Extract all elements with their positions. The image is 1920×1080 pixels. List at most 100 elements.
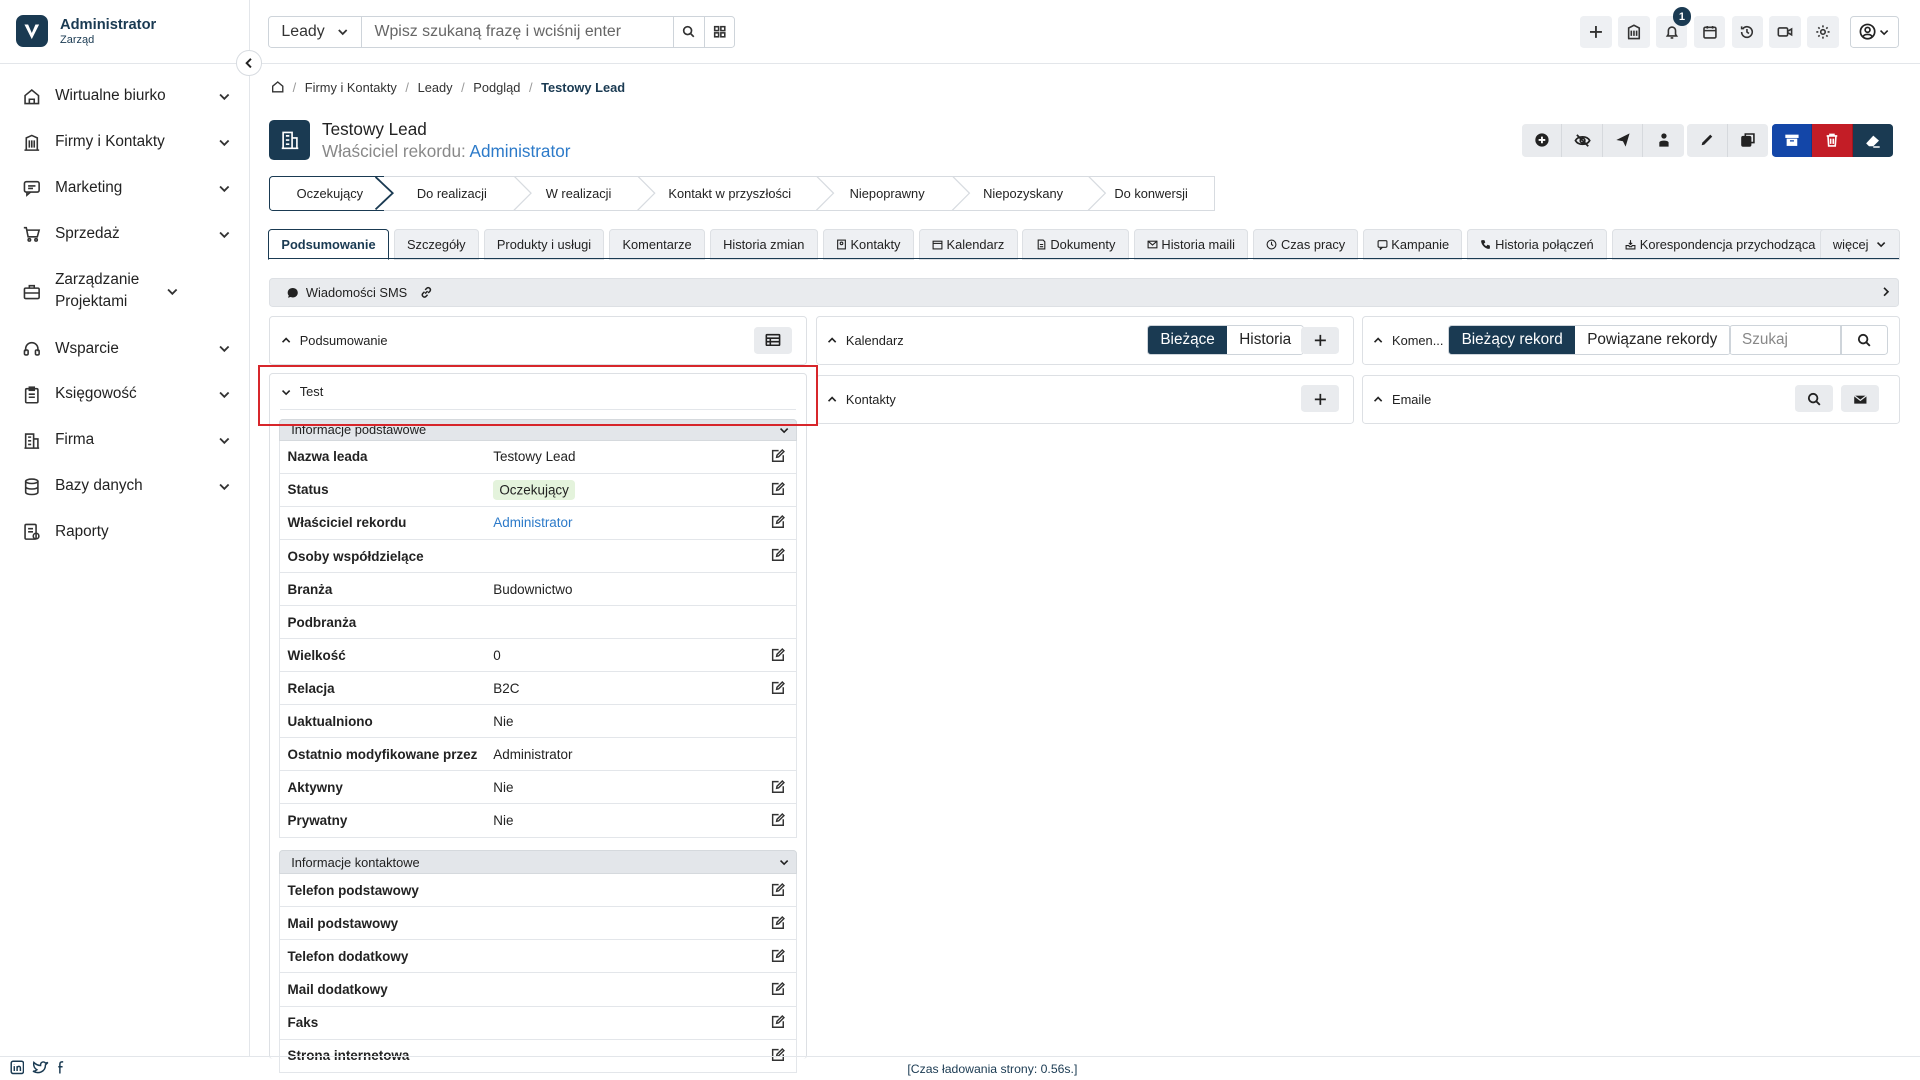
link-icon[interactable]: [419, 285, 434, 300]
home-icon[interactable]: [271, 80, 284, 93]
sidebar-item-firmy-i-kontakty[interactable]: Firmy i Kontakty: [0, 119, 249, 165]
edit-field-icon[interactable]: [770, 1014, 787, 1031]
tab-korespondencja-przychodzaca[interactable]: Korespondencja przychodząca: [1611, 228, 1829, 260]
tab-podsumowanie[interactable]: Podsumowanie: [268, 228, 389, 260]
chevron-right-icon[interactable]: [1879, 285, 1892, 298]
contacts-add-button[interactable]: [1301, 385, 1340, 413]
tab-kampanie[interactable]: Kampanie: [1363, 228, 1463, 260]
edit-field-icon[interactable]: [770, 547, 787, 564]
search-input[interactable]: [362, 16, 674, 47]
comments-related-button[interactable]: Powiązane rekordy: [1574, 326, 1730, 354]
tab-kontakty[interactable]: Kontakty: [822, 228, 914, 260]
add-button[interactable]: [1522, 123, 1563, 157]
emails-compose-button[interactable]: [1841, 385, 1880, 413]
tab-historia-maili[interactable]: Historia maili: [1133, 228, 1249, 260]
chevron-up-icon: [280, 334, 292, 346]
emails-search-button[interactable]: [1794, 385, 1833, 413]
quick-create-button[interactable]: [1579, 15, 1612, 48]
duplicate-button[interactable]: [1727, 123, 1769, 157]
search-icon: [1807, 392, 1822, 407]
sidebar-item-wirtualne-biurko[interactable]: Wirtualne biurko: [0, 73, 249, 119]
field-label: Podbranża: [287, 614, 357, 630]
sidebar-item-bazy-danych[interactable]: Bazy danych: [0, 463, 249, 509]
tab-historia-polaczen[interactable]: Historia połączeń: [1467, 228, 1607, 260]
tab-komentarze[interactable]: Komentarze: [609, 228, 705, 260]
facebook-icon[interactable]: [54, 1060, 69, 1075]
sidebar-item-wsparcie[interactable]: Wsparcie: [0, 326, 249, 372]
edit-field-icon[interactable]: [770, 882, 787, 899]
comments-search-button[interactable]: [1841, 325, 1888, 355]
tab-szczegoly[interactable]: Szczegóły: [393, 228, 479, 260]
emails-panel-header[interactable]: Emaile: [1372, 392, 1431, 407]
calendar-add-button[interactable]: [1301, 326, 1340, 354]
unwatch-button[interactable]: [1562, 123, 1603, 157]
sidebar-item-ksiegowosc[interactable]: Księgowość: [0, 372, 249, 418]
tab-kalendarz[interactable]: Kalendarz: [918, 228, 1018, 260]
summary-panel: Podsumowanie: [269, 315, 807, 365]
tab-produkty-i-uslugi[interactable]: Produkty i usługi: [483, 228, 605, 260]
edit-field-icon[interactable]: [770, 680, 787, 697]
comments-current-button[interactable]: Bieżący rekord: [1449, 326, 1575, 354]
comments-panel-header[interactable]: Komen...: [1372, 333, 1443, 348]
user-menu-button[interactable]: [1850, 15, 1900, 48]
breadcrumb-link[interactable]: Podgląd: [473, 80, 520, 95]
basic-info-header[interactable]: Informacje podstawowe: [279, 418, 798, 441]
contacts-panel-header[interactable]: Kontakty: [826, 392, 896, 407]
sidebar-item-zarzadzanie-projektami[interactable]: Zarządzanie Projektami: [0, 257, 249, 326]
breadcrumb-link[interactable]: Leady: [418, 80, 453, 95]
comments-search-input[interactable]: Szukaj: [1728, 325, 1842, 355]
calendar-history-button[interactable]: Historia: [1227, 326, 1304, 354]
tab-wiecej[interactable]: więcej: [1819, 228, 1901, 260]
edit-field-icon[interactable]: [770, 948, 787, 965]
edit-button[interactable]: [1687, 123, 1728, 157]
twitter-icon[interactable]: [32, 1060, 49, 1075]
convert-button[interactable]: [1643, 123, 1684, 157]
eraser-button[interactable]: [1852, 123, 1894, 157]
notification-count: 1: [1672, 7, 1692, 26]
send-button[interactable]: [1602, 123, 1644, 157]
settings-button[interactable]: [1807, 15, 1840, 48]
edit-field-icon[interactable]: [770, 779, 787, 796]
sidebar-item-sprzedaz[interactable]: Sprzedaż: [0, 211, 249, 257]
sidebar-item-marketing[interactable]: Marketing: [0, 165, 249, 211]
linkedin-icon[interactable]: [10, 1060, 25, 1075]
archive-button[interactable]: [1771, 123, 1813, 157]
edit-field-icon[interactable]: [770, 812, 787, 829]
sidebar-item-raporty[interactable]: Raporty: [0, 509, 249, 555]
video-call-button[interactable]: [1769, 15, 1802, 48]
calendar-panel-header[interactable]: Kalendarz: [826, 333, 904, 348]
summary-panel-header[interactable]: Podsumowanie: [280, 333, 388, 348]
owner-link[interactable]: Administrator: [493, 515, 572, 530]
clipboard-icon: [22, 385, 42, 405]
test-panel-header[interactable]: Test: [280, 384, 323, 399]
advanced-search-button[interactable]: [703, 16, 735, 47]
record-owner-link[interactable]: Administrator: [470, 141, 571, 161]
sidebar-collapse-button[interactable]: [236, 50, 263, 76]
edit-field-icon[interactable]: [770, 915, 787, 932]
contacts-icon: [836, 239, 847, 250]
tab-historia-zmian[interactable]: Historia zmian: [709, 228, 818, 260]
breadcrumb-link[interactable]: Firmy i Kontakty: [305, 80, 397, 95]
edit-field-icon[interactable]: [770, 514, 787, 531]
tab-label: Historia maili: [1161, 236, 1235, 252]
calendar-button[interactable]: [1693, 15, 1726, 48]
brand[interactable]: Administrator Zarząd: [0, 0, 249, 64]
tab-czas-pracy[interactable]: Czas pracy: [1253, 228, 1359, 260]
contact-info-header[interactable]: Informacje kontaktowe: [279, 849, 798, 875]
delete-button[interactable]: [1812, 123, 1853, 157]
calendar-current-button[interactable]: Bieżące: [1148, 326, 1228, 354]
knowledge-base-button[interactable]: [1617, 15, 1650, 48]
edit-field-icon[interactable]: [770, 981, 787, 998]
edit-field-icon[interactable]: [770, 647, 787, 664]
history-button[interactable]: [1731, 15, 1764, 48]
summary-view-button[interactable]: [754, 326, 792, 354]
edit-field-icon[interactable]: [770, 481, 787, 498]
module-select[interactable]: Leady: [269, 16, 363, 47]
notifications-button[interactable]: 1: [1655, 7, 1692, 48]
tab-dokumenty[interactable]: Dokumenty: [1022, 228, 1129, 260]
search-button[interactable]: [673, 16, 704, 47]
edit-field-icon[interactable]: [770, 448, 787, 465]
message-icon: [286, 286, 299, 299]
sidebar-item-firma[interactable]: Firma: [0, 417, 249, 463]
sms-bar[interactable]: Wiadomości SMS: [269, 277, 1900, 308]
